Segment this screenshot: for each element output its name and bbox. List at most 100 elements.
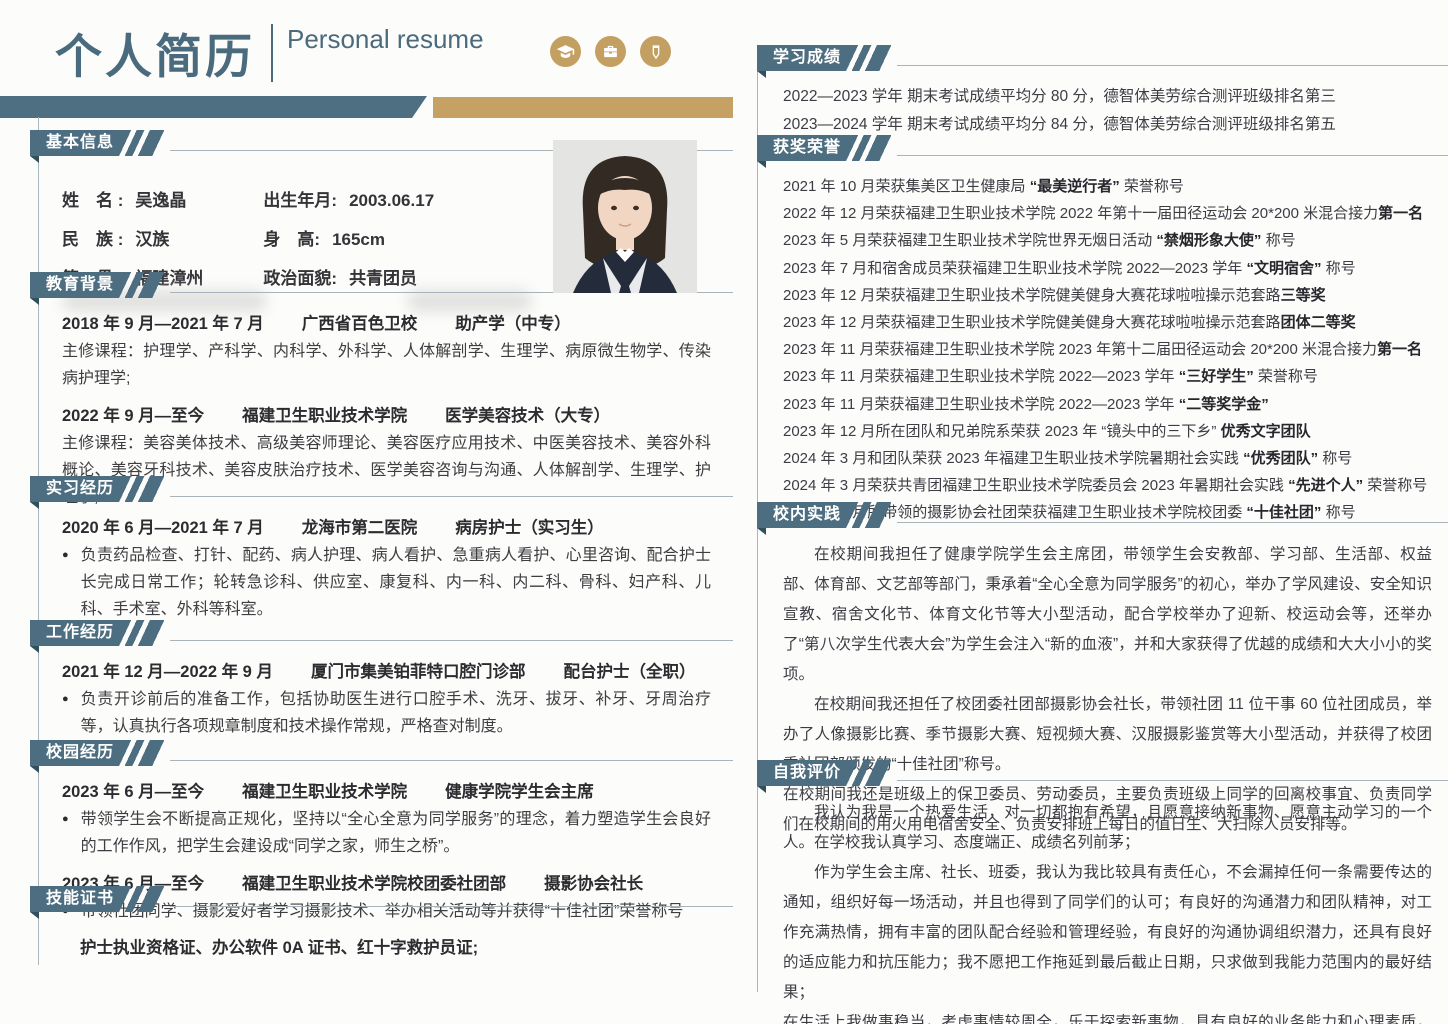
info-field-value: 165cm xyxy=(332,230,385,249)
entry-org: 厦门市集美铂菲特口腔门诊部 xyxy=(311,663,526,681)
entry-org: 广西省百色卫校 xyxy=(302,315,418,333)
paragraph: 我认为我是一个热爱生活，对一切都抱有希望，且愿意接纳新事物、愿意主动学习的一个人… xyxy=(783,798,1432,858)
skills-text: 护士执业资格证、办公软件 0A 证书、红十字救护员证; xyxy=(80,934,711,958)
award-text: 团体二等奖 xyxy=(1281,314,1356,331)
section-badge: 获奖荣誉 xyxy=(757,135,845,161)
award-text: 2023 年 12 月荣获福建卫生职业技术学院健美健身大赛花球啦啦操示范套路 xyxy=(783,287,1281,304)
badge-stripes xyxy=(118,130,170,156)
award-text: 2023 年 12 月荣获福建卫生职业技术学院健美健身大赛花球啦啦操示范套路 xyxy=(783,314,1281,331)
grade-line: 2022—2023 学年 期末考试成绩平均分 80 分，德智体美劳综合测评班级排… xyxy=(783,83,1432,111)
award-item: 2022 年 12 月荣获福建卫生职业技术学院 2022 年第十一届田径运动会 … xyxy=(783,200,1432,227)
award-text: 2023 年 7 月和宿舍成员荣获福建卫生职业技术学院 2022—2023 学年 xyxy=(783,260,1246,277)
section-badge: 自我评价 xyxy=(757,760,845,786)
paragraph: 在生活上我做事稳当，考虑事情较周全，乐于探索新事物，具有良好的业务能力和心理素质… xyxy=(783,1008,1432,1024)
award-text: 2024 年 3 月和团队荣获 2023 年福建卫生职业技术学院暑期社会实践 xyxy=(783,450,1243,467)
section-rule xyxy=(897,155,1448,156)
award-item: 2023 年 12 月荣获福建卫生职业技术学院健美健身大赛花球啦啦操示范套路团体… xyxy=(783,309,1432,336)
bullet-text: 负责开诊前后的准备工作，包括协助医生进行口腔手术、洗牙、拔牙、补牙、牙周治疗等，… xyxy=(81,686,711,740)
section-badge: 技能证书 xyxy=(30,886,118,912)
award-text: “最美逆行者” xyxy=(1030,178,1120,195)
entry-org: 福建卫生职业技术学院 xyxy=(242,783,407,801)
award-text: 优秀文字团队 xyxy=(1221,423,1311,440)
info-field: 姓 名 :吴逸晶 xyxy=(62,186,203,211)
info-field: 出生年月:2003.06.17 xyxy=(263,186,434,211)
course-list: 主修课程：护理学、产科学、内科学、外科学、人体解剖学、生理学、病原微生物学、传染… xyxy=(62,338,711,392)
award-text: 荣誉称号 xyxy=(1363,477,1427,494)
section-work: 工作经历 2021 年 12 月—2022 年 9 月 厦门市集美铂菲特口腔门诊部… xyxy=(30,620,733,743)
award-item: 2024 年 3 月荣获共青团福建卫生职业技术学院委员会 2023 年暑期社会实… xyxy=(783,472,1432,499)
award-item: 2023 年 12 月荣获福建卫生职业技术学院健美健身大赛花球啦啦操示范套路三等… xyxy=(783,282,1432,309)
bullet-item: ●带领学生会不断提高正规化，坚持以“全心全意为同学服务”的理念，着力塑造学生会良… xyxy=(62,806,711,860)
entry-heading: 2018 年 9 月—2021 年 7 月 广西省百色卫校 助产学（中专） xyxy=(62,310,711,334)
entry-period: 2018 年 9 月—2021 年 7 月 xyxy=(62,315,264,333)
self-eval-body: 我认为我是一个热爱生活，对一切都抱有希望，且愿意接纳新事物、愿意主动学习的一个人… xyxy=(783,798,1448,1024)
award-item: 2023 年 7 月和宿舍成员荣获福建卫生职业技术学院 2022—2023 学年… xyxy=(783,255,1432,282)
resume-page: 个人简历 Personal resume 基本信息 xyxy=(0,0,1448,1024)
award-text: 荣誉称号 xyxy=(1120,178,1184,195)
badge-stripes xyxy=(118,272,170,298)
info-field-label: 身 高: xyxy=(263,225,320,250)
badge-stripes xyxy=(118,886,170,912)
section-rule xyxy=(897,522,1448,523)
info-field-label: 民 族 : xyxy=(62,225,123,250)
section-badge: 校园经历 xyxy=(30,740,118,766)
award-text: 2021 年 10 月荣获集美区卫生健康局 xyxy=(783,178,1030,195)
grades-body: 2022—2023 学年 期末考试成绩平均分 80 分，德智体美劳综合测评班级排… xyxy=(783,83,1448,139)
info-field-value: 汉族 xyxy=(135,230,169,249)
bullet-text: 带领学生会不断提高正规化，坚持以“全心全意为同学服务”的理念，着力塑造学生会良好… xyxy=(81,806,711,860)
section-skills: 技能证书 护士执业资格证、办公软件 0A 证书、红十字救护员证; xyxy=(30,886,733,958)
award-text: “优秀团队” xyxy=(1243,450,1318,467)
section-badge: 实习经历 xyxy=(30,476,118,502)
info-field: 身 高: 165cm xyxy=(263,225,434,250)
section-rule xyxy=(170,906,733,907)
award-item: 2023 年 11 月荣获福建卫生职业技术学院 2022—2023 学年 “二等… xyxy=(783,391,1432,418)
entry-role: 病房护士（实习生） xyxy=(455,519,604,537)
award-text: 称号 xyxy=(1318,450,1352,467)
bullet-icon: ● xyxy=(62,686,69,740)
section-awards: 获奖荣誉 2021 年 10 月荣获集美区卫生健康局 “最美逆行者” 荣誉称号2… xyxy=(757,135,1448,527)
award-text: 2023 年 12 月所在团队和兄弟院系荣获 2023 年 “镜头中的三下乡” xyxy=(783,423,1221,440)
badge-stripes xyxy=(845,760,897,786)
badge-stripes xyxy=(118,476,170,502)
paragraph: 作为学生会主席、社长、班委，我认为我比较具有责任心，不会漏掉任何一条需要传达的通… xyxy=(783,858,1432,1008)
award-text: “禁烟形象大使” xyxy=(1156,232,1261,249)
award-item: 2023 年 11 月荣获福建卫生职业技术学院 2022—2023 学年 “三好… xyxy=(783,363,1432,390)
section-internship: 实习经历 2020 年 6 月—2021 年 7 月龙海市第二医院病房护士（实习… xyxy=(30,476,733,626)
award-text: 第一名 xyxy=(1378,205,1423,222)
section-rule xyxy=(170,496,733,497)
badge-stripes xyxy=(845,135,897,161)
entry-heading: 2022 年 9 月—至今福建卫生职业技术学院医学美容技术（大专） xyxy=(62,402,711,426)
portrait-photo xyxy=(553,140,697,293)
award-item: 2023 年 5 月荣获福建卫生职业技术学院世界无烟日活动 “禁烟形象大使” 称… xyxy=(783,227,1432,254)
entry-org: 福建卫生职业技术学院 xyxy=(242,407,407,425)
entry-heading: 2020 年 6 月—2021 年 7 月龙海市第二医院病房护士（实习生） xyxy=(62,514,711,538)
award-text: 三等奖 xyxy=(1281,287,1326,304)
award-item: 2023 年 11 月荣获福建卫生职业技术学院 2023 年第十二届田径运动会 … xyxy=(783,336,1432,363)
entry-role: 助产学（中专） xyxy=(455,315,571,333)
entry-role: 配台护士（全职） xyxy=(563,663,695,681)
section-grades: 学习成绩 2022—2023 学年 期末考试成绩平均分 80 分，德智体美劳综合… xyxy=(757,45,1448,139)
section-rule xyxy=(897,780,1448,781)
section-badge: 基本信息 xyxy=(30,130,118,156)
internship-body: 2020 年 6 月—2021 年 7 月龙海市第二医院病房护士（实习生）●负责… xyxy=(62,514,733,623)
award-text: “先进个人” xyxy=(1288,477,1363,494)
bullet-icon: ● xyxy=(62,542,69,623)
section-badge: 校内实践 xyxy=(757,502,845,528)
entry-heading: 2023 年 6 月—至今福建卫生职业技术学院健康学院学生会主席 xyxy=(62,778,711,802)
award-text: 2023 年 11 月荣获福建卫生职业技术学院 2022—2023 学年 xyxy=(783,396,1179,413)
entry-period: 2021 年 12 月—2022 年 9 月 xyxy=(62,663,273,681)
section-badge: 工作经历 xyxy=(30,620,118,646)
bullet-icon: ● xyxy=(62,806,69,860)
bullet-item: ●负责药品检查、打针、配药、病人护理、病人看护、急重病人看护、心里咨询、配合护士… xyxy=(62,542,711,623)
award-item: 2021 年 10 月荣获集美区卫生健康局 “最美逆行者” 荣誉称号 xyxy=(783,173,1432,200)
award-text: 荣誉称号 xyxy=(1254,368,1318,385)
awards-body: 2021 年 10 月荣获集美区卫生健康局 “最美逆行者” 荣誉称号2022 年… xyxy=(783,173,1448,527)
award-text: 2023 年 11 月荣获福建卫生职业技术学院 2023 年第十二届田径运动会 … xyxy=(783,341,1377,358)
badge-stripes xyxy=(845,502,897,528)
award-item: 2024 年 3 月和团队荣获 2023 年福建卫生职业技术学院暑期社会实践 “… xyxy=(783,445,1432,472)
entry-org: 龙海市第二医院 xyxy=(302,519,418,537)
entry-role: 医学美容技术（大专） xyxy=(445,407,610,425)
badge-stripes xyxy=(118,740,170,766)
award-text: “二等奖学金” xyxy=(1179,396,1269,413)
info-field-value: 吴逸晶 xyxy=(135,191,186,210)
